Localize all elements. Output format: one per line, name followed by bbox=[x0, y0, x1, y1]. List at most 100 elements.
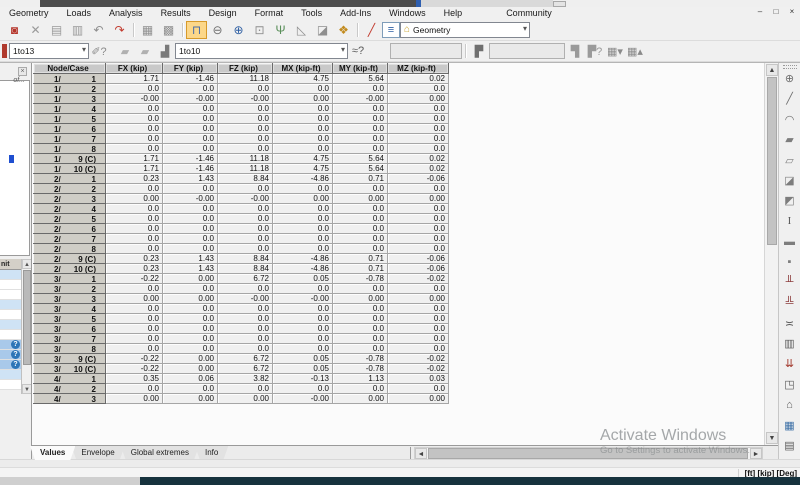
table-cell[interactable]: 0.0 bbox=[105, 143, 163, 154]
camera-icon[interactable]: ◙ bbox=[4, 21, 25, 39]
table-cell[interactable]: 5.64 bbox=[332, 163, 388, 174]
table-cell[interactable]: 0.0 bbox=[332, 123, 388, 134]
table-cell[interactable]: 0.0 bbox=[272, 223, 333, 234]
table-cell[interactable]: 0.0 bbox=[105, 213, 163, 224]
table-cell[interactable]: 4.75 bbox=[272, 73, 333, 84]
scroll-up-icon[interactable]: ▲ bbox=[766, 64, 778, 76]
layout-selector[interactable]: ⌂ Geometry ▾ bbox=[400, 21, 530, 38]
menu-item-loads[interactable]: Loads bbox=[58, 7, 101, 19]
table-cell[interactable]: -0.78 bbox=[332, 273, 388, 284]
table-cell[interactable]: 0.0 bbox=[162, 283, 218, 294]
column-header[interactable]: FZ (kip) bbox=[217, 63, 273, 74]
table-cell[interactable]: 0.0 bbox=[217, 203, 273, 214]
structure-model-icon[interactable]: ▛ bbox=[469, 42, 489, 60]
table-cell[interactable]: 0.0 bbox=[217, 133, 273, 144]
table-cell[interactable]: 0.06 bbox=[162, 373, 218, 384]
row-header[interactable]: 2/1 bbox=[33, 173, 106, 184]
table-cell[interactable]: 0.0 bbox=[105, 203, 163, 214]
panel-scrollbar[interactable]: ▲ ▼ bbox=[21, 259, 31, 394]
table-cell[interactable]: 0.0 bbox=[217, 83, 273, 94]
table-cell[interactable]: 0.71 bbox=[332, 253, 388, 264]
table-cell[interactable]: -0.00 bbox=[217, 193, 273, 204]
table-cell[interactable]: 0.00 bbox=[162, 293, 218, 304]
table-cell[interactable]: 0.0 bbox=[272, 313, 333, 324]
row-header[interactable]: 1/4 bbox=[33, 103, 106, 114]
unit-list-row[interactable] bbox=[0, 310, 21, 320]
table-cell[interactable]: 0.0 bbox=[162, 233, 218, 244]
table-cell[interactable]: 4.75 bbox=[272, 163, 333, 174]
row-header[interactable]: 2/3 bbox=[33, 193, 106, 204]
row-header[interactable]: 4/1 bbox=[33, 373, 106, 384]
calculator-icon[interactable]: ▦ bbox=[137, 21, 158, 39]
table-cell[interactable]: 0.0 bbox=[105, 333, 163, 344]
row-header[interactable]: 3/10 (C) bbox=[33, 363, 106, 374]
table-cell[interactable]: 0.0 bbox=[217, 383, 273, 394]
row-header[interactable]: 1/1 bbox=[33, 73, 106, 84]
lock-icon[interactable]: ⊓ bbox=[186, 20, 207, 39]
table-cell[interactable]: 0.71 bbox=[332, 263, 388, 274]
calculation-screen-icon[interactable]: ▩ bbox=[158, 21, 179, 39]
table-cell[interactable]: 4.75 bbox=[272, 153, 333, 164]
table-cell[interactable]: -0.00 bbox=[105, 93, 163, 104]
table-cell[interactable]: 0.0 bbox=[387, 323, 449, 334]
table-cell[interactable]: 0.0 bbox=[162, 103, 218, 114]
panel-scroll-thumb[interactable] bbox=[23, 270, 31, 365]
unit-list-row[interactable] bbox=[0, 380, 21, 390]
chevron-down-icon[interactable]: ▾ bbox=[341, 45, 345, 54]
table-cell[interactable]: 0.03 bbox=[387, 373, 449, 384]
wall-icon[interactable]: ▱ bbox=[781, 153, 799, 168]
table-cell[interactable]: 0.0 bbox=[217, 313, 273, 324]
table-cell[interactable]: 0.0 bbox=[272, 343, 333, 354]
table-cell[interactable]: 11.18 bbox=[217, 153, 273, 164]
horizontal-scroll-thumb[interactable] bbox=[428, 448, 748, 459]
row-header[interactable]: 2/6 bbox=[33, 223, 106, 234]
table-cell[interactable]: 0.00 bbox=[162, 393, 218, 404]
table-cell[interactable]: 5.64 bbox=[332, 153, 388, 164]
vertical-scrollbar[interactable]: ▲ ▼ bbox=[764, 63, 778, 445]
table-cell[interactable]: 0.00 bbox=[332, 393, 388, 404]
table-cell[interactable]: 0.00 bbox=[162, 273, 218, 284]
node-icon[interactable]: ⊕ bbox=[781, 71, 799, 86]
table-cell[interactable]: 0.0 bbox=[272, 113, 333, 124]
table-cell[interactable]: -0.13 bbox=[272, 373, 333, 384]
table-cell[interactable]: -0.06 bbox=[387, 253, 449, 264]
table-cell[interactable]: 0.0 bbox=[387, 313, 449, 324]
table-cell[interactable]: 0.0 bbox=[105, 233, 163, 244]
paste-icon[interactable]: ▤ bbox=[46, 21, 67, 39]
table-cell[interactable]: -1.46 bbox=[162, 153, 218, 164]
table-cell[interactable]: 0.0 bbox=[217, 233, 273, 244]
wrench-icon[interactable]: ╱ bbox=[361, 21, 382, 39]
unit-list-row[interactable] bbox=[0, 320, 21, 330]
table-cell[interactable]: 0.23 bbox=[105, 263, 163, 274]
table-cell[interactable]: 0.0 bbox=[162, 203, 218, 214]
table-cell[interactable]: 0.00 bbox=[105, 393, 163, 404]
close-button[interactable]: × bbox=[787, 7, 797, 16]
partial-select-icon[interactable] bbox=[2, 44, 7, 58]
table-cell[interactable]: 0.23 bbox=[105, 253, 163, 264]
menu-item-design[interactable]: Design bbox=[200, 7, 246, 19]
table-cell[interactable]: 0.0 bbox=[217, 343, 273, 354]
table-cell[interactable]: 0.0 bbox=[272, 333, 333, 344]
table-cell[interactable]: 0.0 bbox=[332, 143, 388, 154]
row-header[interactable]: 3/4 bbox=[33, 303, 106, 314]
table-cell[interactable]: -1.46 bbox=[162, 163, 218, 174]
row-header[interactable]: 1/3 bbox=[33, 93, 106, 104]
row-header[interactable]: 2/5 bbox=[33, 213, 106, 224]
table-cell[interactable]: 0.0 bbox=[332, 203, 388, 214]
empty-combo-1[interactable] bbox=[390, 43, 462, 59]
table-cell[interactable]: -0.00 bbox=[162, 93, 218, 104]
measure-icon[interactable]: ◺ bbox=[291, 21, 312, 39]
panel-close-icon[interactable]: × bbox=[18, 67, 27, 76]
table-cell[interactable]: 0.05 bbox=[272, 273, 333, 284]
tab-global-extremes[interactable]: Global extremes bbox=[121, 446, 199, 460]
zoom-in-icon[interactable]: ⊕ bbox=[228, 21, 249, 39]
table-cell[interactable]: 0.0 bbox=[332, 213, 388, 224]
undo-icon[interactable]: ↶ bbox=[88, 21, 109, 39]
restore-button[interactable]: □ bbox=[771, 7, 781, 16]
row-header[interactable]: 3/8 bbox=[33, 343, 106, 354]
table-cell[interactable]: 0.0 bbox=[387, 233, 449, 244]
table-cell[interactable]: 0.05 bbox=[272, 363, 333, 374]
table-cell[interactable]: 0.00 bbox=[162, 363, 218, 374]
row-header[interactable]: 2/2 bbox=[33, 183, 106, 194]
table-cell[interactable]: 0.00 bbox=[162, 353, 218, 364]
